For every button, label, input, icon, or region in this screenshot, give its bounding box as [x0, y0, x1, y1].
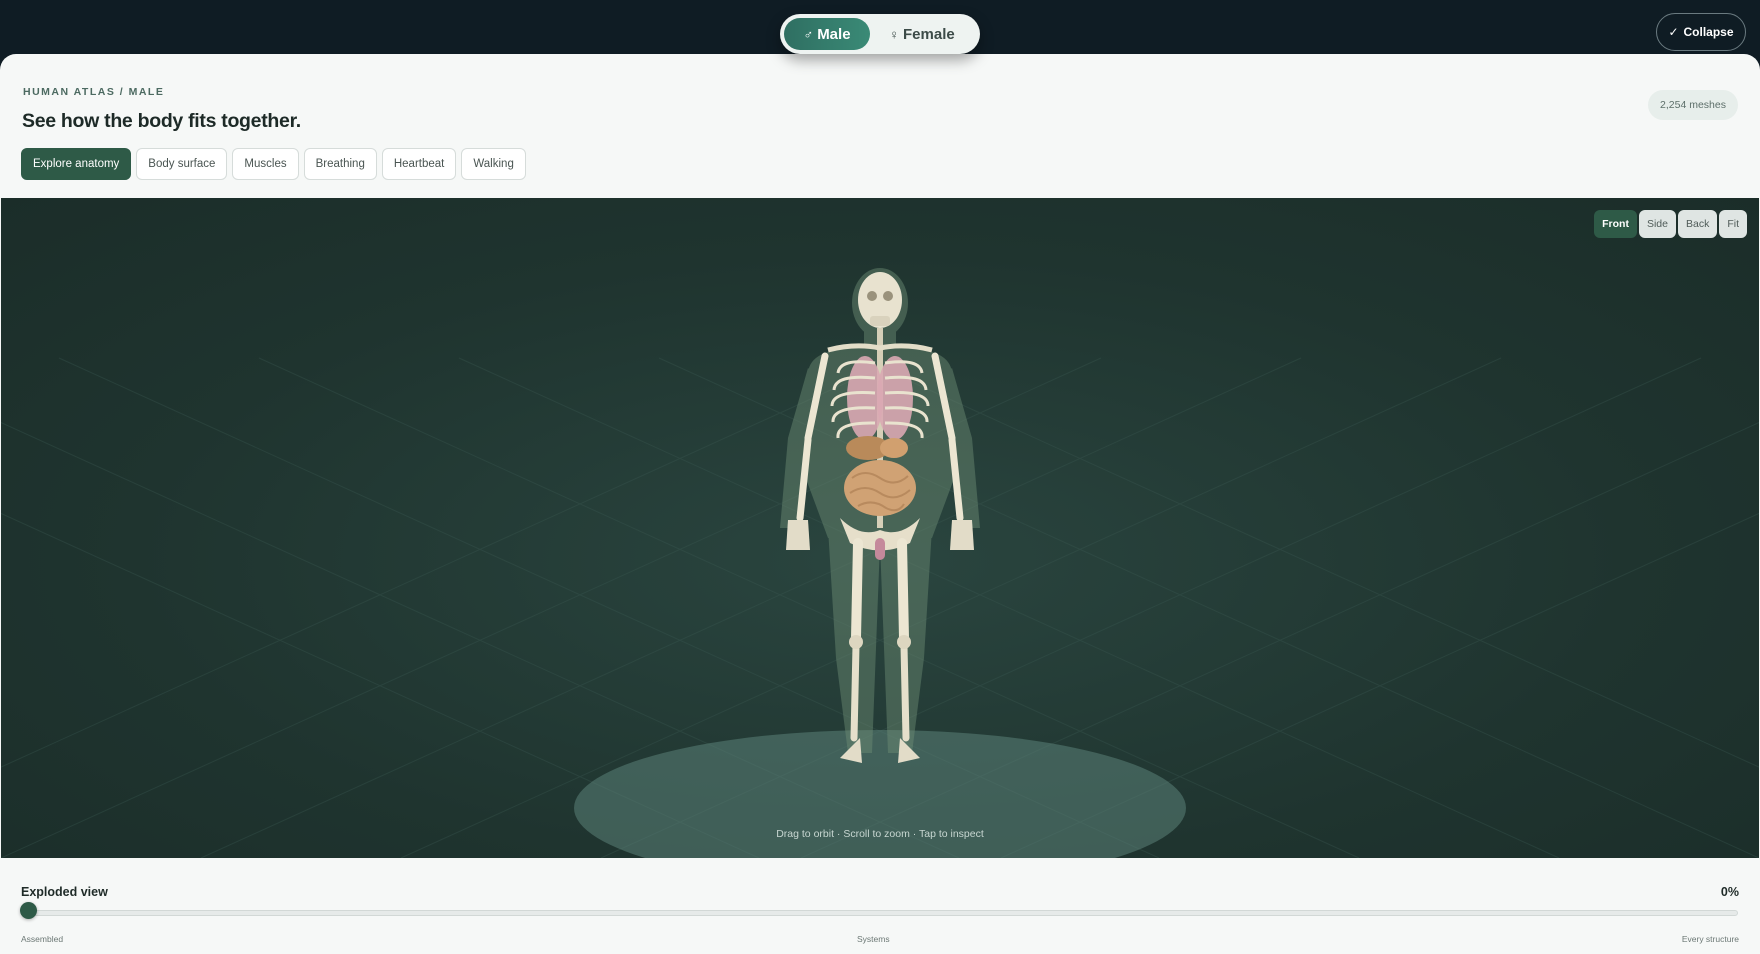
floor-grid [1, 268, 1759, 858]
mesh-count-badge: 2,254 meshes [1648, 90, 1738, 120]
tab-heartbeat[interactable]: Heartbeat [381, 148, 457, 180]
tab-breathing[interactable]: Breathing [303, 148, 377, 180]
human-figure [780, 268, 980, 763]
male-symbol-icon: ♂ [803, 26, 814, 42]
mode-tabs: Explore anatomy Body surface Muscles Bre… [21, 148, 526, 180]
anatomy-3d-viewport[interactable]: Front Side Back Fit Drag to orbit · Scro… [1, 198, 1759, 858]
collapse-label: Collapse [1683, 25, 1734, 39]
exploded-view-slider-track[interactable] [28, 910, 1738, 916]
breadcrumb: HUMAN ATLAS / MALE [23, 86, 165, 98]
stop-label-assembled: Assembled [21, 934, 64, 944]
view-fit-button[interactable]: Fit [1719, 210, 1747, 238]
view-back-button[interactable]: Back [1677, 210, 1718, 238]
tab-walking[interactable]: Walking [461, 148, 526, 180]
male-label: Male [817, 25, 851, 43]
page-title: See how the body fits together. [22, 110, 301, 132]
exploded-view-title: Exploded view [21, 885, 108, 899]
camera-view-buttons: Front Side Back Fit [1594, 210, 1747, 238]
exploded-view-slider-thumb[interactable] [19, 902, 37, 919]
view-front-button[interactable]: Front [1594, 210, 1637, 238]
female-symbol-icon: ♀ [889, 26, 900, 42]
gender-toggle: ♂ Male ♀ Female [780, 14, 980, 54]
male-toggle-button[interactable]: ♂ Male [784, 18, 870, 50]
tab-body-surface[interactable]: Body surface [136, 148, 228, 180]
collapse-button[interactable]: ✓ Collapse [1656, 13, 1746, 51]
female-label: Female [903, 25, 955, 43]
tab-muscles[interactable]: Muscles [232, 148, 299, 180]
check-icon: ✓ [1668, 25, 1679, 39]
interaction-hint: Drag to orbit · Scroll to zoom · Tap to … [776, 828, 984, 840]
stop-label-every-structure: Every structure [1681, 934, 1739, 944]
view-side-button[interactable]: Side [1638, 210, 1676, 238]
tab-explore-anatomy[interactable]: Explore anatomy [21, 148, 132, 180]
exploded-view-value: 0% [1720, 885, 1739, 899]
exploded-view-control: Exploded view 0% Assembled Systems Every… [0, 858, 1760, 954]
atlas-card: HUMAN ATLAS / MALE See how the body fits… [0, 54, 1760, 954]
stop-label-systems: Systems [857, 934, 890, 944]
female-toggle-button[interactable]: ♀ Female [870, 18, 974, 50]
